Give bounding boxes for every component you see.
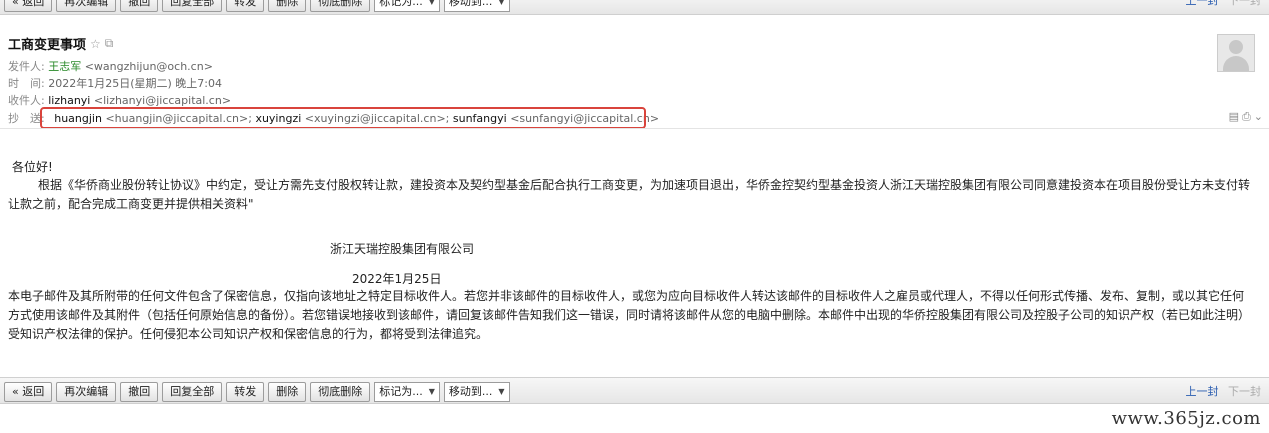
watermark: www.365jz.com <box>1111 408 1261 429</box>
avatar-body <box>1223 56 1249 71</box>
reply-all-button[interactable]: 回复全部 <box>162 0 223 12</box>
move-to-label: 移动到... <box>448 0 493 8</box>
next-mail-link: 下一封 <box>1228 385 1261 398</box>
star-icon[interactable]: ☆ <box>90 37 101 51</box>
from-row: 发件人: 王志军 <wangzhijun@och.cn> <box>8 58 213 74</box>
signature-company: 浙江天瑞控股集团有限公司 <box>330 242 475 256</box>
cc-highlight-box <box>40 107 646 129</box>
chevron-down-icon: ▼ <box>498 0 505 6</box>
sender-name[interactable]: 王志军 <box>48 60 81 73</box>
time-row: 时 间: 2022年1月25日(星期二) 晚上7:04 <box>8 75 222 91</box>
time-value: 2022年1月25日(星期二) 晚上7:04 <box>48 77 222 90</box>
note-icon[interactable]: ▤ <box>1229 110 1239 124</box>
mark-as-select[interactable]: 标记为... ▼ <box>374 0 440 12</box>
chevron-down-icon[interactable]: ⌄ <box>1254 110 1263 124</box>
bottom-toolbar: « 返回 再次编辑 撤回 回复全部 转发 删除 彻底删除 标记为... ▼ 移动到… <box>0 377 1269 404</box>
recall-button[interactable]: 撤回 <box>120 382 159 402</box>
delete-permanently-button[interactable]: 彻底删除 <box>310 0 371 12</box>
mark-as-label: 标记为... <box>379 0 423 8</box>
prev-mail-link[interactable]: 上一封 <box>1186 0 1219 7</box>
signature-date: 2022年1月25日 <box>352 272 442 286</box>
re-edit-button[interactable]: 再次编辑 <box>56 382 117 402</box>
greeting: 各位好! <box>12 160 53 174</box>
chevron-down-icon: ▼ <box>428 0 435 6</box>
from-label: 发件人: <box>8 60 45 73</box>
time-label: 时 间: <box>8 77 45 90</box>
header-divider <box>0 128 1269 129</box>
back-button[interactable]: « 返回 <box>4 382 53 402</box>
reply-all-button[interactable]: 回复全部 <box>162 382 223 402</box>
recipient-address: <lizhanyi@jiccapital.cn> <box>93 94 232 107</box>
mail-header: 工商变更事项 ☆ ⧉ 发件人: 王志军 <wangzhijun@och.cn> … <box>0 30 1269 130</box>
subject-text: 工商变更事项 <box>8 38 87 53</box>
forward-button[interactable]: 转发 <box>226 382 265 402</box>
to-row: 收件人: lizhanyi <lizhanyi@jiccapital.cn> <box>8 92 231 108</box>
chevron-down-icon: ▼ <box>498 387 505 396</box>
delete-button[interactable]: 删除 <box>268 0 307 12</box>
disclaimer-text: 本电子邮件及其所附带的任何文件包含了保密信息，仅指向该地址之特定目标收件人。若您… <box>8 289 1251 341</box>
forward-button[interactable]: 转发 <box>226 0 265 12</box>
delete-permanently-button[interactable]: 彻底删除 <box>310 382 371 402</box>
body-paragraph: 根据《华侨商业股份转让协议》中约定，受让方需先支付股权转让款，建投资本及契约型基… <box>8 178 1251 211</box>
popout-icon[interactable]: ⧉ <box>105 36 114 51</box>
prev-mail-link[interactable]: 上一封 <box>1186 385 1219 398</box>
avatar-head <box>1229 40 1243 54</box>
move-to-select[interactable]: 移动到... ▼ <box>443 382 510 402</box>
delete-button[interactable]: 删除 <box>268 382 307 402</box>
avatar-icon <box>1217 34 1255 72</box>
header-actions: ▤ ⎙ ⌄ <box>1229 110 1263 124</box>
toolbar-actions: « 返回 再次编辑 撤回 回复全部 转发 删除 彻底删除 标记为... ▼ 移动到… <box>4 382 510 402</box>
print-icon[interactable]: ⎙ <box>1242 110 1251 124</box>
top-toolbar: « 返回 再次编辑 撤回 回复全部 转发 删除 彻底删除 标记为... ▼ 移动到… <box>0 0 1269 15</box>
sender-address: <wangzhijun@och.cn> <box>84 60 213 73</box>
mail-subject: 工商变更事项 ☆ ⧉ <box>8 34 113 53</box>
recipient-name[interactable]: lizhanyi <box>48 94 90 107</box>
mark-as-select[interactable]: 标记为... ▼ <box>374 382 440 402</box>
chevron-down-icon: ▼ <box>428 387 435 396</box>
recall-button[interactable]: 撤回 <box>120 0 159 12</box>
mail-nav: 上一封 下一封 <box>1186 0 1262 8</box>
re-edit-button[interactable]: 再次编辑 <box>56 0 117 12</box>
back-button[interactable]: « 返回 <box>4 0 53 12</box>
next-mail-link: 下一封 <box>1228 0 1261 7</box>
mail-nav: 上一封 下一封 <box>1186 383 1262 399</box>
move-to-label: 移动到... <box>448 385 493 398</box>
mark-as-label: 标记为... <box>379 385 423 398</box>
move-to-select[interactable]: 移动到... ▼ <box>443 0 510 12</box>
to-label: 收件人: <box>8 94 45 107</box>
toolbar-actions: « 返回 再次编辑 撤回 回复全部 转发 删除 彻底删除 标记为... ▼ 移动到… <box>4 0 510 12</box>
